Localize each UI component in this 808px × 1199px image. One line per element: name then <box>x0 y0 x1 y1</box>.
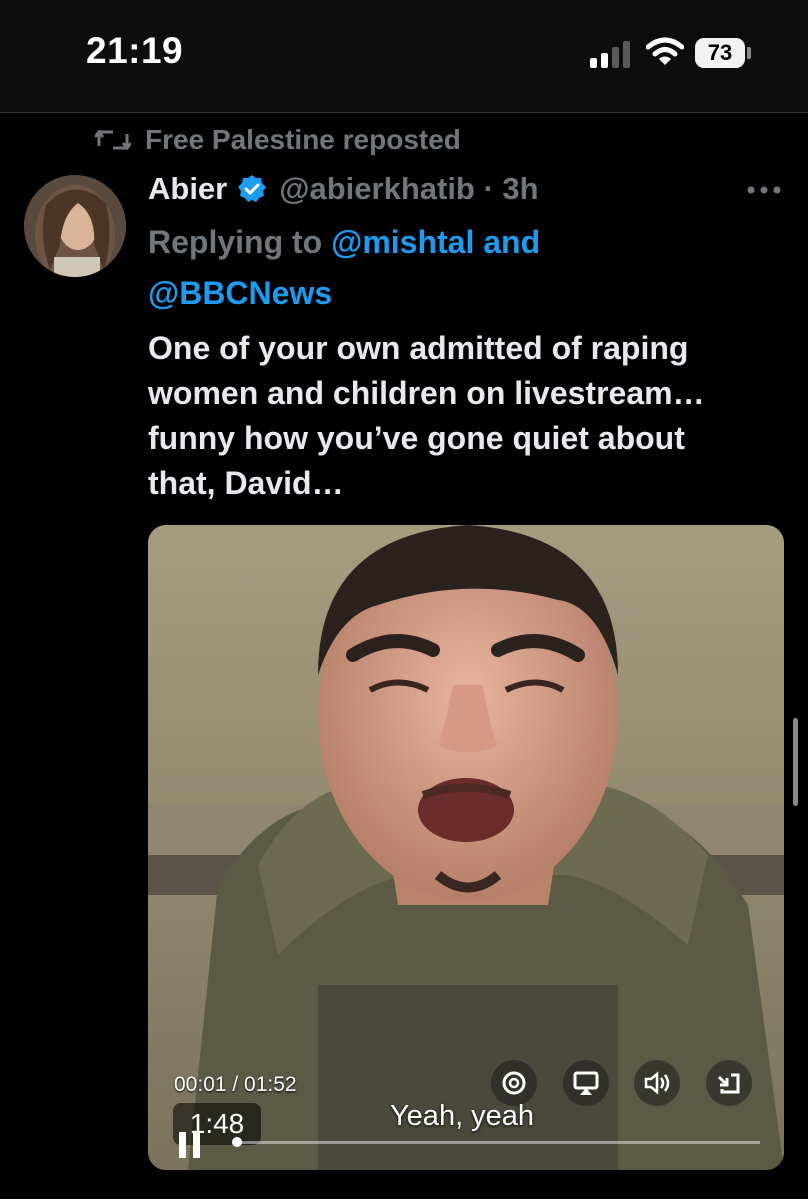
avatar-image <box>24 175 126 277</box>
author-name[interactable]: Abier <box>148 171 227 207</box>
video-progress-track[interactable] <box>238 1141 760 1144</box>
battery-icon: 73 <box>695 38 745 68</box>
video-progress-thumb[interactable] <box>232 1137 242 1147</box>
replying-to: Replying to @mishtal and @BBCNews <box>148 217 778 319</box>
repost-context[interactable]: Free Palestine reposted <box>95 121 461 159</box>
tweet-text-line: that, David… <box>148 465 344 501</box>
airplay-icon <box>573 1071 599 1095</box>
status-bar: 21:19 73 <box>0 0 808 112</box>
video-timestamp: 00:01 / 01:52 <box>174 1073 297 1096</box>
tweet-text: One of your own admitted of raping women… <box>148 326 788 506</box>
pause-icon[interactable] <box>176 1130 206 1160</box>
tweet-text-line: One of your own admitted of raping <box>148 330 689 366</box>
mention-mishtal[interactable]: @mishtal and <box>331 224 540 260</box>
replying-prefix: Replying to <box>148 224 332 260</box>
exit-fullscreen-button[interactable] <box>706 1060 752 1106</box>
verified-badge-icon <box>238 175 267 202</box>
repost-icon <box>95 129 131 151</box>
volume-icon <box>644 1071 670 1095</box>
tweet-header: Abier @abierkhatib · 3h <box>148 167 539 211</box>
repost-label: Free Palestine reposted <box>145 124 461 155</box>
volume-button[interactable] <box>634 1060 680 1106</box>
status-time: 21:19 <box>86 30 184 71</box>
author-handle-time[interactable]: @abierkhatib · 3h <box>279 171 538 207</box>
wifi-icon <box>646 37 684 65</box>
header-divider <box>0 112 808 113</box>
exit-fullscreen-icon <box>717 1073 740 1094</box>
signal-icon <box>590 40 632 68</box>
tweet-text-line: women and children on livestream… <box>148 375 705 411</box>
airplay-button[interactable] <box>563 1060 609 1106</box>
mention-bbcnews[interactable]: @BBCNews <box>148 275 332 311</box>
battery-nub <box>747 47 751 59</box>
video-caption: Yeah, yeah <box>390 1100 535 1132</box>
avatar[interactable] <box>24 175 126 277</box>
scroll-indicator[interactable] <box>793 718 798 806</box>
tweet-text-line: funny how you’ve gone quiet about <box>148 420 685 456</box>
more-icon[interactable] <box>744 180 784 200</box>
